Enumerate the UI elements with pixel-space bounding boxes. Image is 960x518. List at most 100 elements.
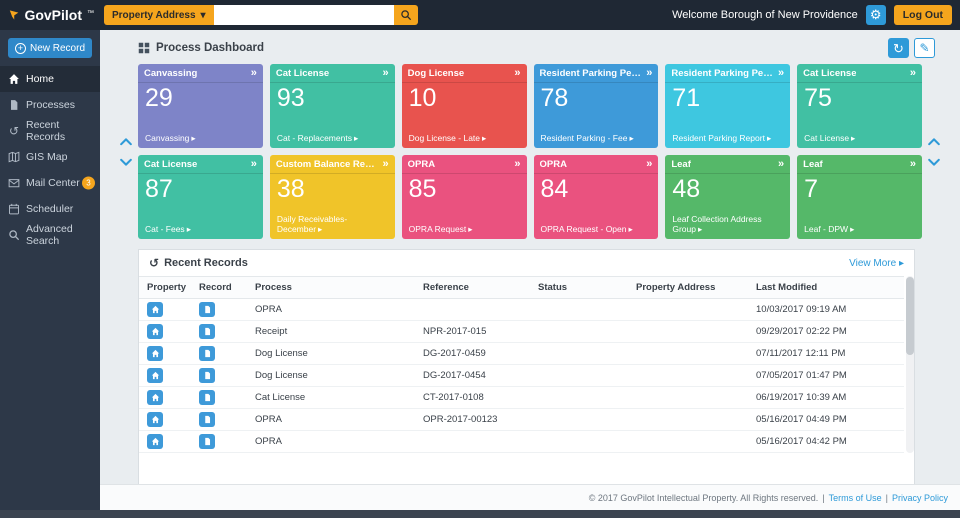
new-record-button[interactable]: + New Record: [8, 38, 92, 58]
table-row[interactable]: Cat License CT-2017-0108 06/19/2017 10:3…: [139, 387, 904, 409]
carousel-left-down-button[interactable]: [119, 155, 133, 169]
dashboard-card[interactable]: Cat License» 93 Cat - Replacements▸: [270, 64, 395, 148]
dashboard-card[interactable]: Leaf» 48 Leaf Collection Address Group▸: [665, 155, 790, 239]
card-link[interactable]: Leaf - DPW▸: [797, 224, 922, 239]
double-chevron-icon[interactable]: »: [514, 67, 520, 79]
property-address-dropdown[interactable]: Property Address ▾: [104, 5, 214, 25]
carousel-left-up-button[interactable]: [119, 135, 133, 149]
page-title: Process Dashboard: [156, 42, 264, 54]
property-icon-button[interactable]: [147, 412, 163, 427]
double-chevron-icon[interactable]: »: [383, 67, 389, 79]
record-icon-button[interactable]: [199, 302, 215, 317]
chevron-up-icon: [119, 135, 133, 149]
record-icon-button[interactable]: [199, 434, 215, 449]
sidebar-item-processes[interactable]: Processes: [0, 92, 100, 118]
record-icon-button[interactable]: [199, 346, 215, 361]
record-icon-button[interactable]: [199, 390, 215, 405]
record-icon-button[interactable]: [199, 368, 215, 383]
sidebar-item-home[interactable]: Home: [0, 66, 100, 92]
card-link[interactable]: Resident Parking - Fee▸: [534, 133, 659, 148]
double-chevron-icon[interactable]: »: [778, 67, 784, 79]
search-input[interactable]: [214, 5, 394, 25]
edit-dashboard-button[interactable]: ✎: [914, 38, 935, 58]
dashboard-card[interactable]: Cat License» 75 Cat License▸: [797, 64, 922, 148]
card-count: 87: [138, 174, 263, 204]
double-chevron-icon[interactable]: »: [910, 158, 916, 170]
house-icon: [151, 305, 160, 314]
sidebar-item-mail-center[interactable]: Mail Center 3: [0, 170, 100, 196]
card-title: Cat License: [144, 159, 197, 170]
card-link[interactable]: Canvassing▸: [138, 133, 263, 148]
cell-property-address: [628, 343, 748, 365]
table-row[interactable]: Dog License DG-2017-0454 07/05/2017 01:4…: [139, 365, 904, 387]
sidebar-item-gis-map[interactable]: GIS Map: [0, 144, 100, 170]
property-icon-button[interactable]: [147, 302, 163, 317]
card-link[interactable]: Resident Parking Report▸: [665, 133, 790, 148]
dashboard-card[interactable]: Leaf» 7 Leaf - DPW▸: [797, 155, 922, 239]
calendar-icon: [8, 203, 20, 215]
dashboard-card[interactable]: Resident Parking Permit» 71 Resident Par…: [665, 64, 790, 148]
bottom-strip: [0, 510, 960, 518]
dashboard-card[interactable]: Resident Parking Permit» 78 Resident Par…: [534, 64, 659, 148]
dashboard-card[interactable]: OPRA» 84 OPRA Request - Open▸: [534, 155, 659, 239]
terms-link[interactable]: Terms of Use: [829, 493, 882, 503]
settings-button[interactable]: ⚙: [866, 5, 886, 25]
property-icon-button[interactable]: [147, 368, 163, 383]
double-chevron-icon[interactable]: »: [646, 67, 652, 79]
dashboard-card[interactable]: Canvassing» 29 Canvassing▸: [138, 64, 263, 148]
card-link[interactable]: Cat - Replacements▸: [270, 133, 395, 148]
double-chevron-icon[interactable]: »: [251, 158, 257, 170]
table-row[interactable]: Dog License DG-2017-0459 07/11/2017 12:1…: [139, 343, 904, 365]
house-icon: [151, 371, 160, 380]
cell-reference: [415, 299, 530, 321]
card-link[interactable]: Leaf Collection Address Group▸: [665, 214, 790, 239]
card-link[interactable]: Daily Receivables- December▸: [270, 214, 395, 239]
sidebar-item-scheduler[interactable]: Scheduler: [0, 196, 100, 222]
record-icon-button[interactable]: [199, 324, 215, 339]
dashboard-card[interactable]: OPRA» 85 OPRA Request▸: [402, 155, 527, 239]
double-chevron-icon[interactable]: »: [514, 158, 520, 170]
carousel-right-down-button[interactable]: [927, 155, 941, 169]
table-row[interactable]: OPRA 10/03/2017 09:19 AM: [139, 299, 904, 321]
main-content: Process Dashboard ↻ ✎: [100, 30, 960, 510]
card-link[interactable]: Cat License▸: [797, 133, 922, 148]
scrollbar-thumb[interactable]: [906, 277, 914, 355]
sidebar-item-recent-records[interactable]: ↺ Recent Records: [0, 118, 100, 144]
carousel-right-up-button[interactable]: [927, 135, 941, 149]
property-icon-button[interactable]: [147, 434, 163, 449]
cell-status: [530, 321, 628, 343]
table-row[interactable]: OPRA OPR-2017-00123 05/16/2017 04:49 PM: [139, 409, 904, 431]
double-chevron-icon[interactable]: »: [383, 158, 389, 170]
double-chevron-icon[interactable]: »: [646, 158, 652, 170]
dashboard-card[interactable]: Dog License» 10 Dog License - Late▸: [402, 64, 527, 148]
card-count: 75: [797, 83, 922, 113]
property-icon-button[interactable]: [147, 390, 163, 405]
record-icon-button[interactable]: [199, 412, 215, 427]
refresh-button[interactable]: ↻: [888, 38, 909, 58]
dashboard-card[interactable]: Cat License » 87 Cat - Fees▸: [138, 155, 263, 239]
property-icon-button[interactable]: [147, 346, 163, 361]
dashboard-card[interactable]: Custom Balance Report» 38 Daily Receivab…: [270, 155, 395, 239]
double-chevron-icon[interactable]: »: [778, 158, 784, 170]
card-count: 85: [402, 174, 527, 204]
search-button[interactable]: [394, 5, 418, 25]
double-chevron-icon[interactable]: »: [910, 67, 916, 79]
privacy-link[interactable]: Privacy Policy: [892, 493, 948, 503]
card-link[interactable]: Cat - Fees▸: [138, 224, 263, 239]
search-icon: [400, 9, 412, 21]
card-link[interactable]: OPRA Request▸: [402, 224, 527, 239]
property-icon-button[interactable]: [147, 324, 163, 339]
caret-right-icon: ▸: [767, 133, 771, 143]
table-row[interactable]: Receipt NPR-2017-015 09/29/2017 02:22 PM: [139, 321, 904, 343]
sidebar-item-advanced-search[interactable]: Advanced Search: [0, 222, 100, 248]
logout-button[interactable]: Log Out: [894, 5, 952, 25]
card-link[interactable]: Dog License - Late▸: [402, 133, 527, 148]
card-link[interactable]: OPRA Request - Open▸: [534, 224, 659, 239]
view-more-link[interactable]: View More ▸: [849, 258, 904, 269]
cell-reference: [415, 431, 530, 453]
table-row[interactable]: OPRA 05/16/2017 04:42 PM: [139, 431, 904, 453]
table-scrollbar[interactable]: [906, 276, 914, 453]
govpilot-logo[interactable]: GovPilot ™: [8, 7, 94, 23]
cell-last-modified: 09/29/2017 02:22 PM: [748, 321, 904, 343]
double-chevron-icon[interactable]: »: [251, 67, 257, 79]
